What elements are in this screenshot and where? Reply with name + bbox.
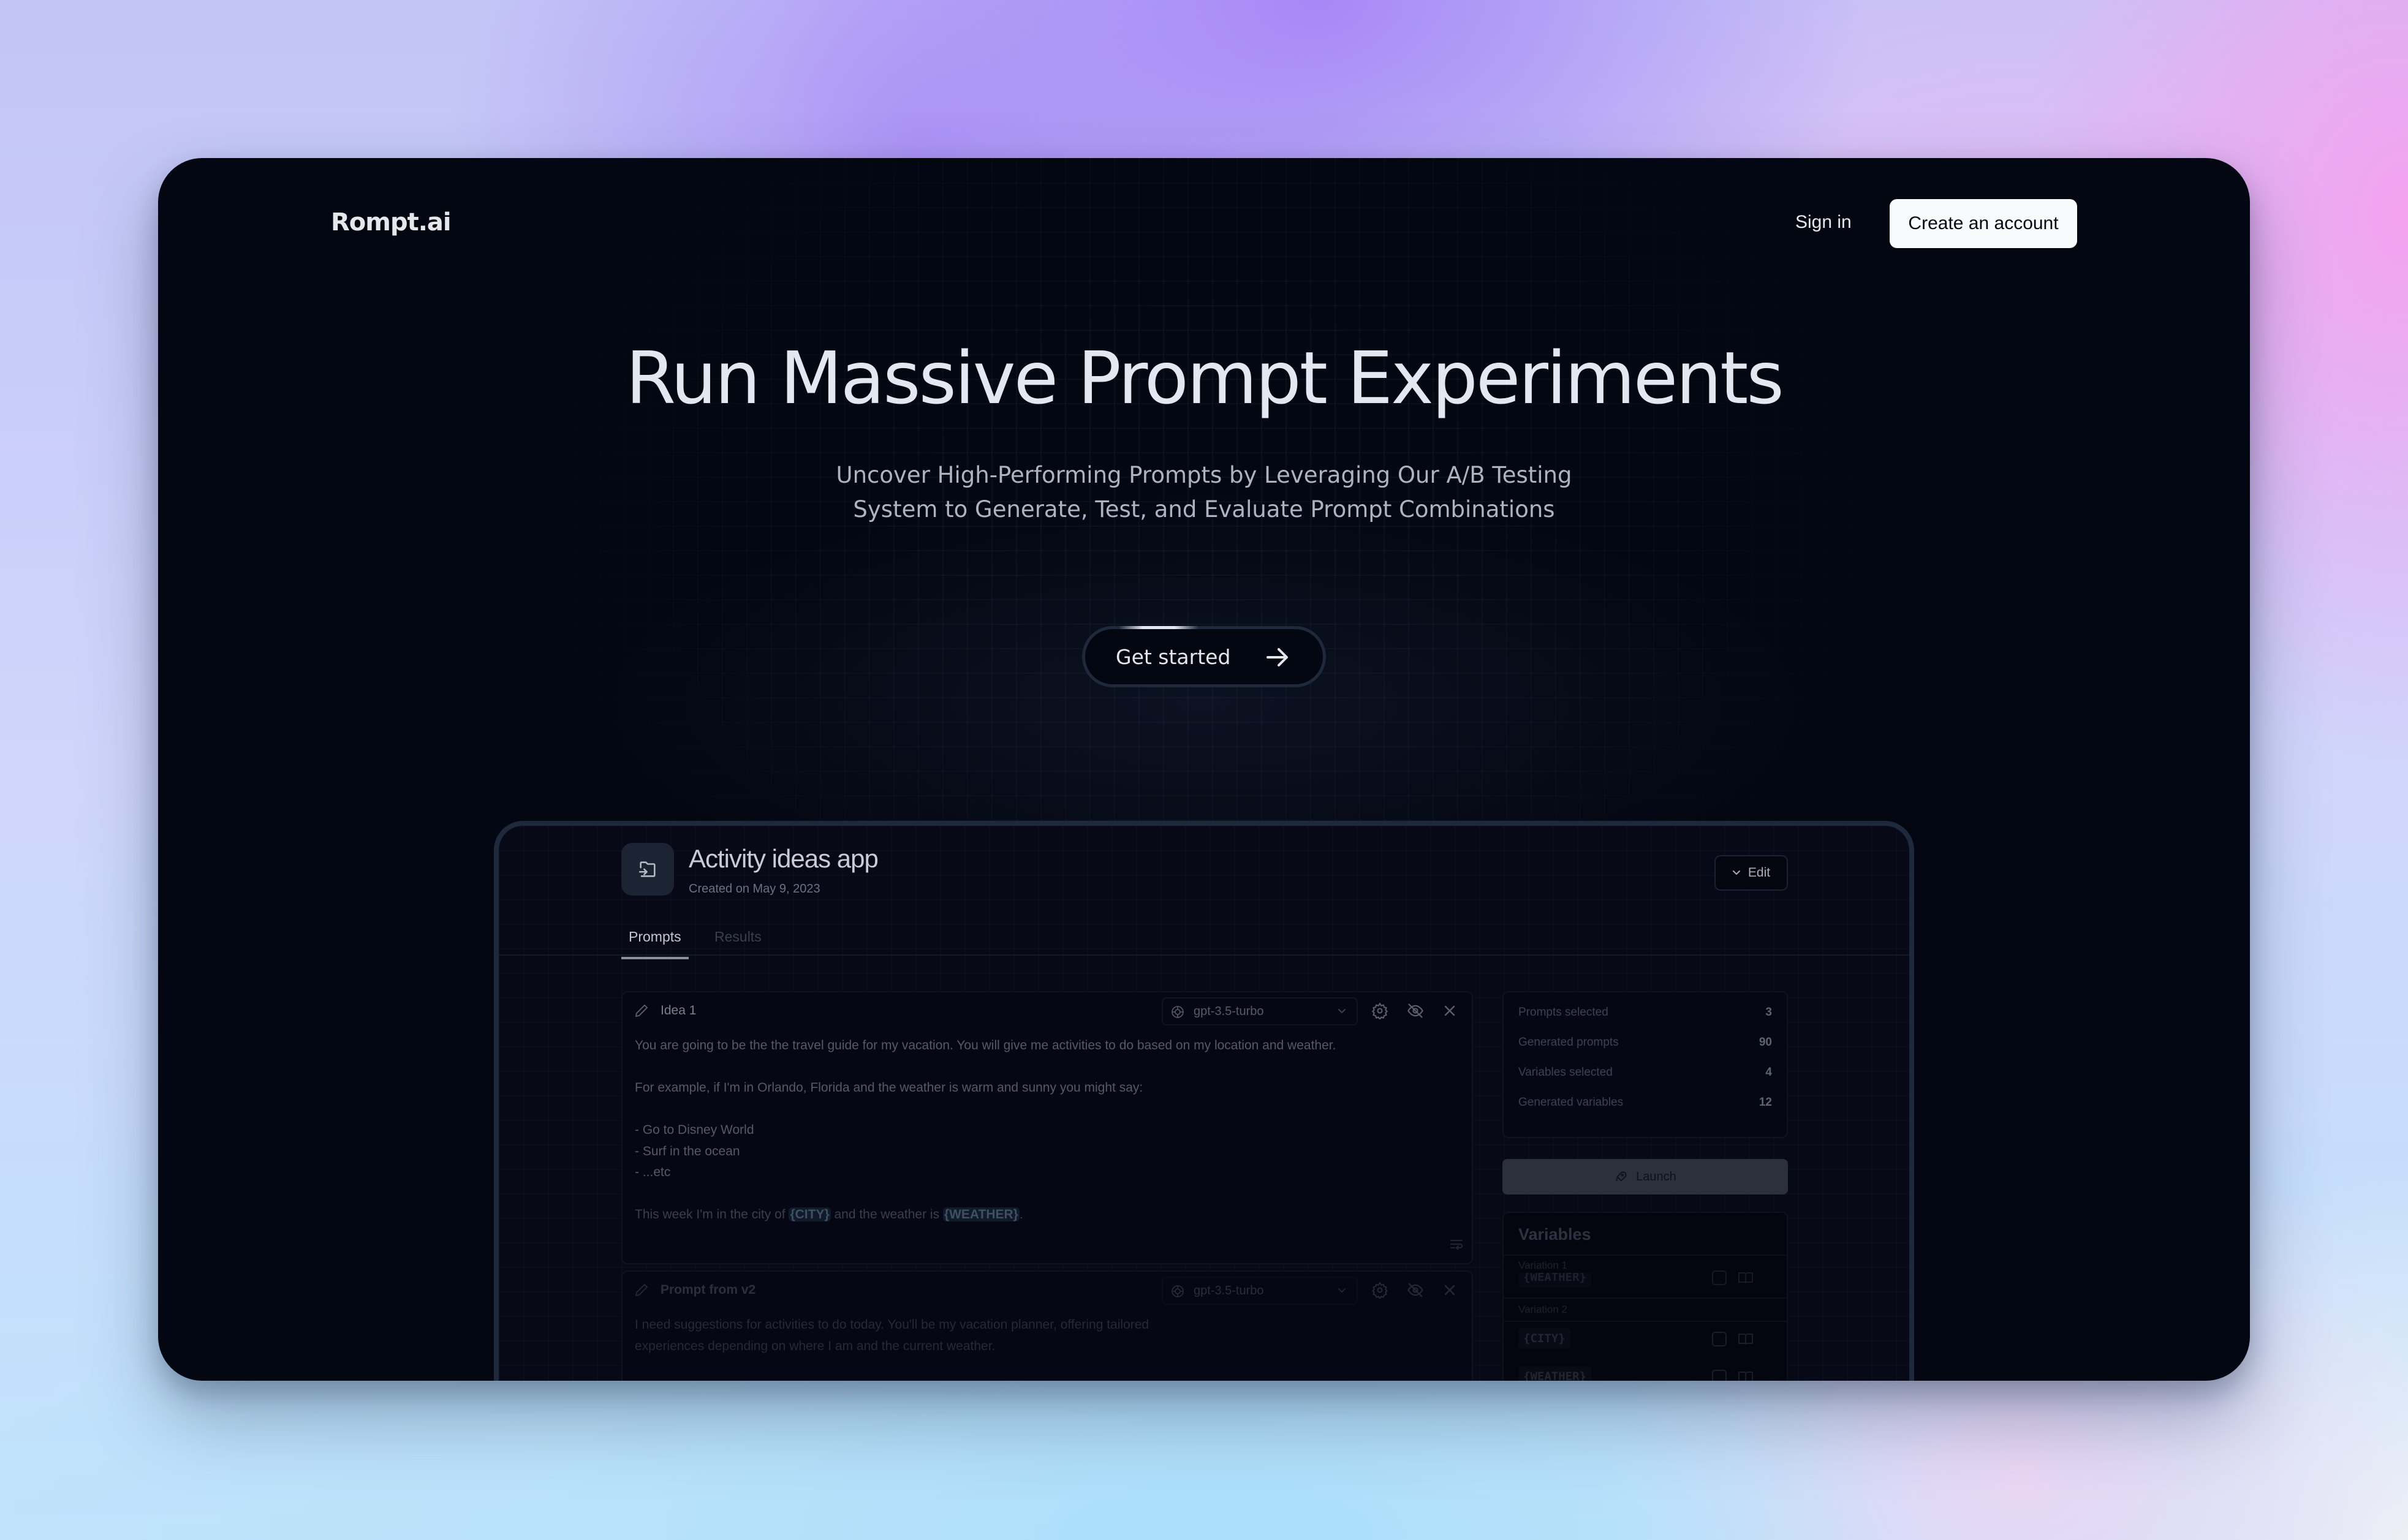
model-name: gpt-3.5-turbo	[1194, 1283, 1264, 1297]
hero-card: Rompt.ai Sign in Create an account Run M…	[158, 158, 2250, 1381]
model-name: gpt-3.5-turbo	[1194, 1004, 1264, 1018]
variable-chip-city[interactable]: {CITY}	[789, 1207, 831, 1221]
close-icon[interactable]	[1441, 1281, 1458, 1299]
hero-subtitle: Uncover High-Performing Prompts by Lever…	[158, 458, 2250, 527]
prompt-text-segment: and the weather is	[830, 1207, 943, 1221]
close-icon[interactable]	[1441, 1002, 1458, 1019]
rocket-icon	[1616, 1171, 1627, 1182]
variable-row: {CITY}	[1518, 1328, 1768, 1353]
prompt-card-header: Prompt from v2 gpt-3.5-turbo	[623, 1272, 1472, 1308]
tab-prompts[interactable]: Prompts	[621, 929, 689, 959]
prompt-line: experiences depending on where I am and …	[635, 1338, 996, 1353]
variable-tag: {CITY}	[1518, 1328, 1570, 1349]
prompt-line: - Go to Disney World	[635, 1123, 754, 1137]
openai-icon	[1172, 1285, 1184, 1297]
stat-value: 3	[1765, 1006, 1772, 1019]
prompt-line: For example, if I'm in Orlando, Florida …	[635, 1081, 1143, 1095]
book-open-icon[interactable]	[1738, 1270, 1754, 1285]
create-account-button[interactable]: Create an account	[1890, 199, 2077, 248]
launch-button[interactable]: Launch	[1502, 1159, 1788, 1195]
edit-dropdown-button[interactable]: Edit	[1714, 855, 1788, 891]
divider	[1504, 1297, 1787, 1299]
prompt-name[interactable]: Prompt from v2	[661, 1283, 755, 1297]
variable-row: {WEATHER}	[1518, 1366, 1768, 1381]
stat-row: Generated variables 12	[1518, 1096, 1772, 1126]
project-icon-box	[621, 843, 674, 896]
eye-off-icon[interactable]	[1407, 1002, 1424, 1019]
folder-import-icon	[638, 861, 656, 877]
stat-label: Generated variables	[1518, 1096, 1624, 1109]
prompt-card: Idea 1 gpt-3.5-turbo You are going to be…	[621, 991, 1473, 1264]
prompt-name[interactable]: Idea 1	[661, 1003, 696, 1018]
prompt-line: I need suggestions for activities to do …	[635, 1318, 1149, 1332]
variables-title: Variables	[1518, 1225, 1591, 1244]
prompt-text-segment: This week I'm in the city of	[635, 1207, 789, 1221]
variable-checkbox[interactable]	[1712, 1332, 1727, 1346]
prompt-line: - Surf in the ocean	[635, 1144, 740, 1158]
prompt-line	[635, 1057, 1460, 1078]
chevron-down-icon	[1338, 1288, 1346, 1293]
stat-label: Prompts selected	[1518, 1006, 1608, 1019]
divider	[1504, 1321, 1787, 1322]
eye-off-icon[interactable]	[1407, 1281, 1424, 1299]
settings-gear-icon[interactable]	[1371, 1002, 1388, 1019]
variable-row: {WEATHER}	[1518, 1267, 1768, 1291]
chevron-down-icon	[1732, 870, 1740, 875]
book-open-icon[interactable]	[1738, 1332, 1754, 1346]
get-started-button[interactable]: Get started	[1082, 626, 1326, 687]
variables-panel: Variables Variation 1 {WEATHER} Variatio…	[1502, 1212, 1788, 1381]
text-wrap-icon[interactable]	[1450, 1239, 1463, 1250]
stat-label: Variables selected	[1518, 1066, 1613, 1079]
stat-row: Generated prompts 90	[1518, 1036, 1772, 1066]
app-preview: Activity ideas app Created on May 9, 202…	[494, 821, 1914, 1381]
stat-label: Generated prompts	[1518, 1036, 1619, 1049]
stat-value: 12	[1759, 1096, 1772, 1109]
stat-row: Prompts selected 3	[1518, 1006, 1772, 1036]
chevron-down-icon	[1338, 1009, 1346, 1014]
openai-icon	[1172, 1006, 1184, 1018]
prompt-line	[635, 1183, 1460, 1205]
variable-checkbox[interactable]	[1712, 1270, 1727, 1285]
prompt-text-segment: .	[1019, 1207, 1023, 1221]
prompt-text[interactable]: I need suggestions for activities to do …	[623, 1308, 1472, 1357]
variable-tag: {WEATHER}	[1518, 1273, 1591, 1288]
pencil-icon[interactable]	[635, 1283, 648, 1297]
project-tabs: Prompts Results	[499, 924, 1909, 959]
create-account-label: Create an account	[1908, 213, 2059, 233]
prompt-line: - ...etc	[635, 1165, 671, 1179]
model-select[interactable]: gpt-3.5-turbo	[1162, 1277, 1358, 1305]
pencil-icon[interactable]	[635, 1003, 648, 1018]
variation-label: Variation 2	[1518, 1304, 1568, 1315]
stat-value: 4	[1765, 1066, 1772, 1079]
variable-checkbox[interactable]	[1712, 1370, 1727, 1381]
tab-results[interactable]: Results	[714, 929, 762, 945]
prompt-text[interactable]: You are going to be the the travel guide…	[623, 1029, 1472, 1226]
hero-subtitle-line-1: Uncover High-Performing Prompts by Lever…	[836, 462, 1572, 488]
project-created-date: Created on May 9, 2023	[689, 882, 820, 896]
hero-subtitle-line-2: System to Generate, Test, and Evaluate P…	[853, 496, 1555, 523]
edit-label: Edit	[1747, 866, 1771, 880]
prompt-line: You are going to be the the travel guide…	[635, 1038, 1336, 1052]
variable-chip-weather[interactable]: {WEATHER}	[942, 1207, 1020, 1221]
prompt-card-header: Idea 1 gpt-3.5-turbo	[623, 992, 1472, 1029]
model-select[interactable]: gpt-3.5-turbo	[1162, 997, 1358, 1025]
hero-title: Run Massive Prompt Experiments	[626, 336, 1784, 420]
variable-tag: {WEATHER}	[1518, 1366, 1591, 1381]
get-started-label: Get started	[1116, 644, 1231, 669]
project-title: Activity ideas app	[689, 844, 879, 873]
launch-label: Launch	[1636, 1169, 1676, 1183]
arrow-right-icon	[1266, 648, 1288, 666]
prompt-line	[635, 1099, 1460, 1120]
sign-in-link[interactable]: Sign in	[1795, 212, 1852, 233]
experiment-stats: Prompts selected 3 Generated prompts 90 …	[1502, 991, 1788, 1138]
brand-logo[interactable]: Rompt.ai	[331, 208, 452, 236]
divider	[1504, 1255, 1787, 1256]
prompt-final-line: This week I'm in the city of {CITY} and …	[635, 1204, 1460, 1226]
book-open-icon[interactable]	[1738, 1370, 1754, 1381]
stat-value: 90	[1759, 1036, 1772, 1049]
settings-gear-icon[interactable]	[1371, 1281, 1388, 1299]
stat-row: Variables selected 4	[1518, 1066, 1772, 1096]
prompt-card: Prompt from v2 gpt-3.5-turbo I need sugg…	[621, 1270, 1473, 1381]
